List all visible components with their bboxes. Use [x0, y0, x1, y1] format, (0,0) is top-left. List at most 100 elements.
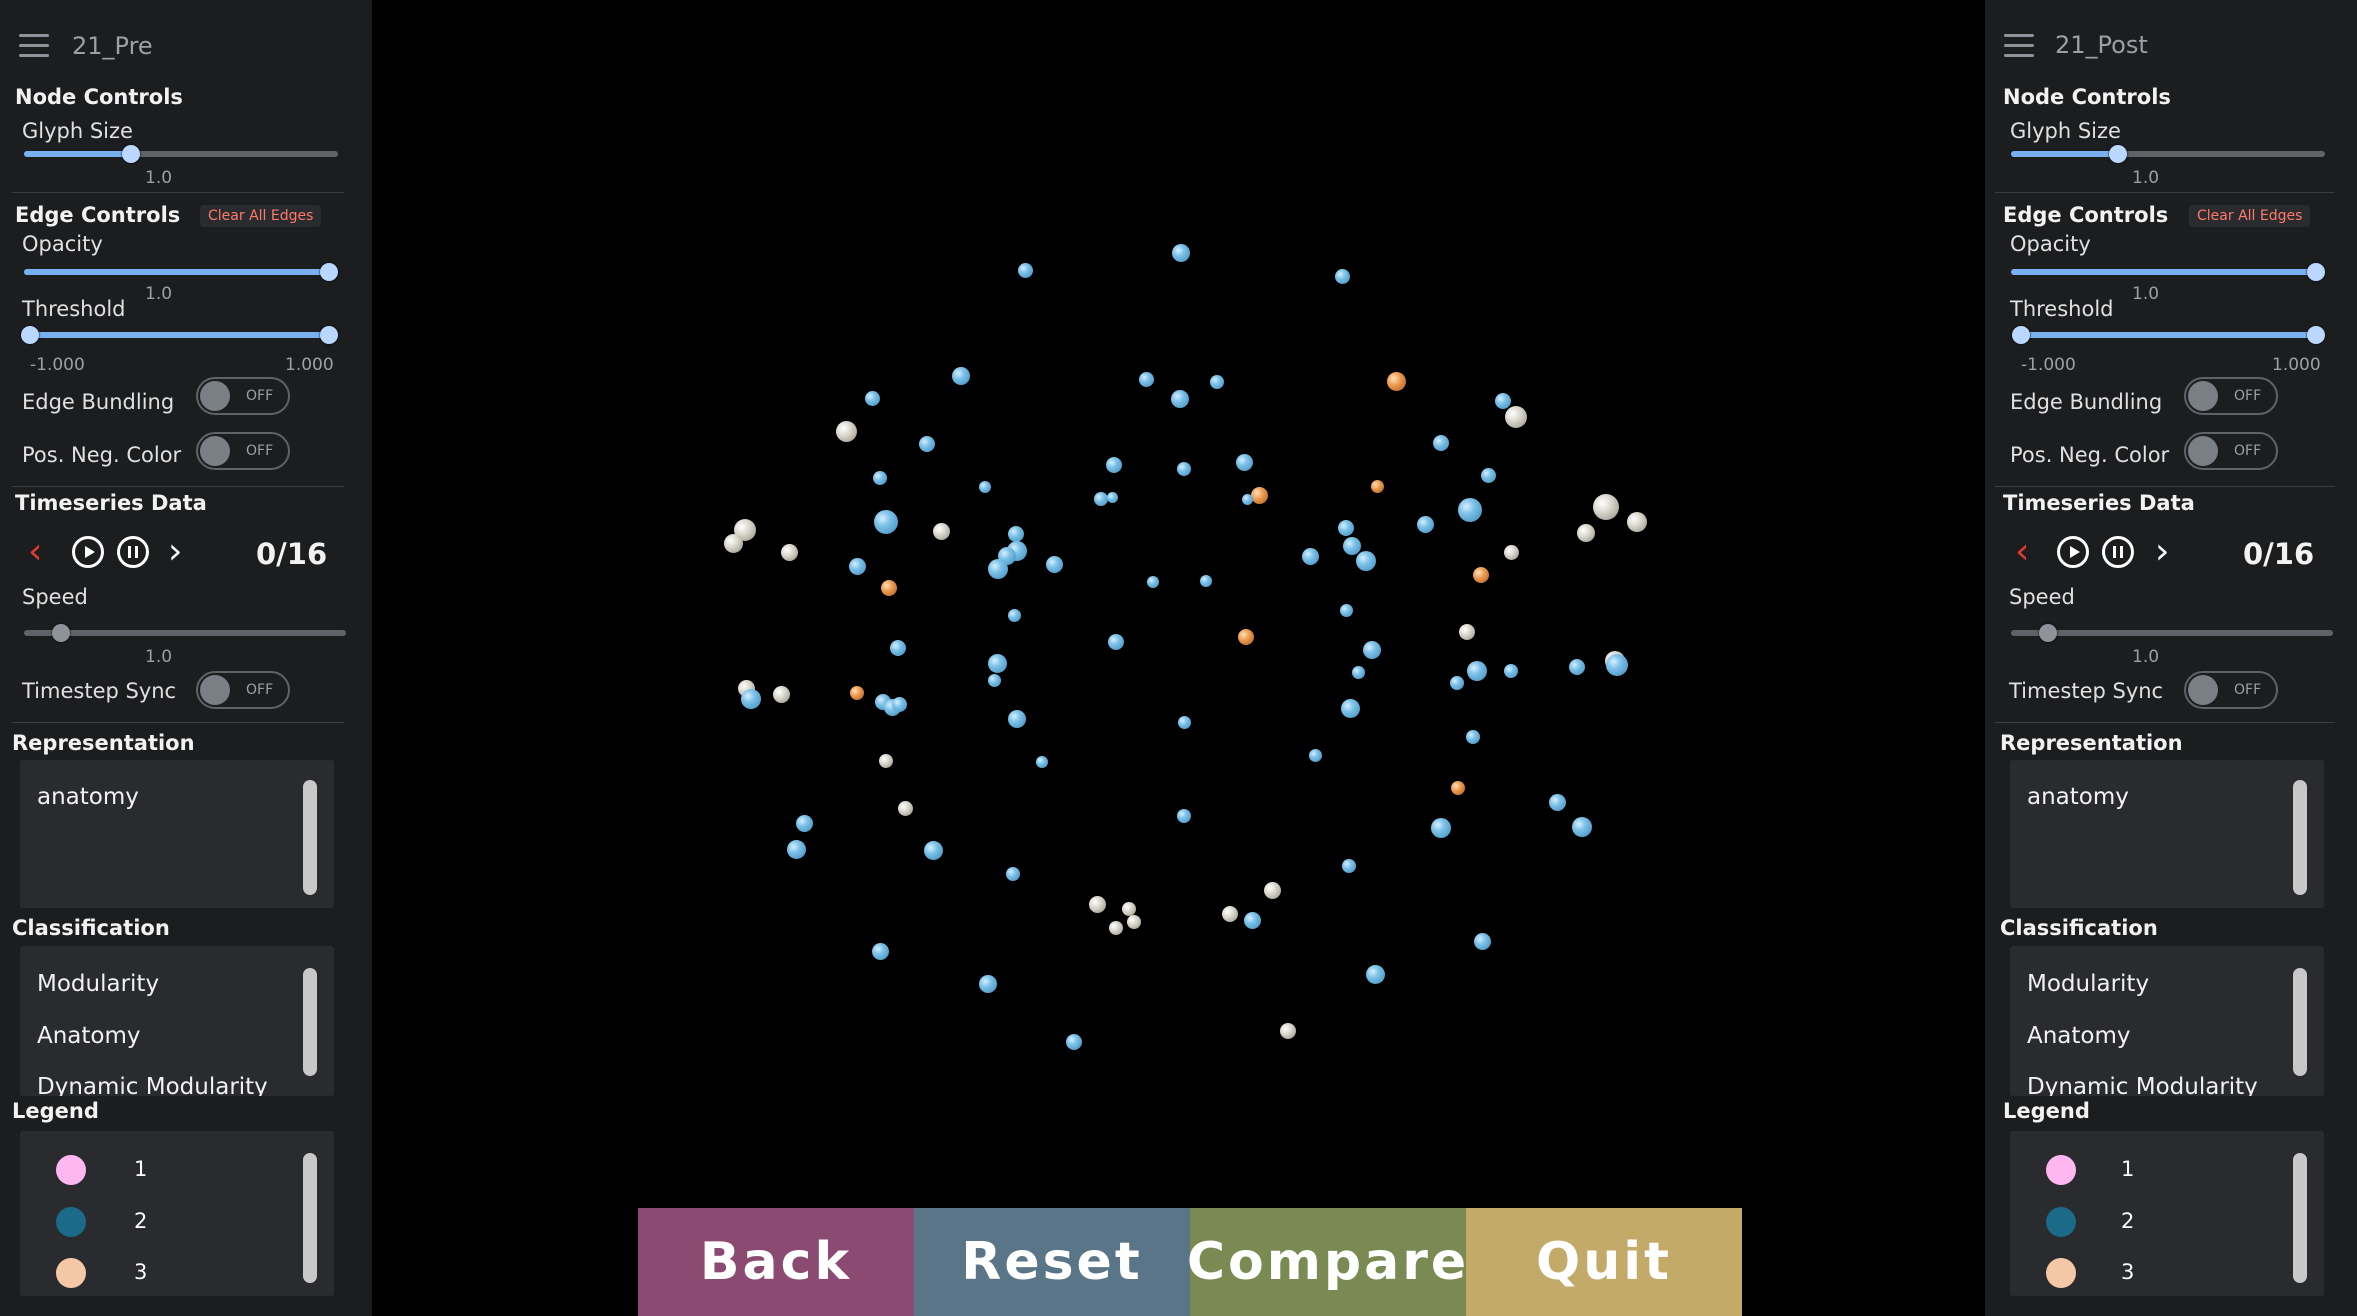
node-sphere-blue[interactable]: [1338, 520, 1354, 536]
timestep-sync-toggle[interactable]: OFF: [2184, 671, 2278, 709]
node-sphere-blue[interactable]: [923, 840, 943, 860]
node-sphere-gray[interactable]: [1280, 1023, 1296, 1039]
node-sphere-orange[interactable]: [850, 686, 864, 700]
node-sphere-blue[interactable]: [1106, 491, 1118, 503]
scrollbar[interactable]: [303, 780, 317, 895]
timestep-sync-toggle[interactable]: OFF: [196, 671, 290, 709]
node-sphere-blue[interactable]: [1363, 641, 1381, 659]
node-sphere-blue[interactable]: [1147, 576, 1159, 588]
node-sphere-blue[interactable]: [1243, 911, 1261, 929]
node-sphere-blue[interactable]: [1466, 730, 1480, 744]
node-sphere-blue[interactable]: [1433, 435, 1449, 451]
node-sphere-blue[interactable]: [1045, 555, 1063, 573]
node-sphere-blue[interactable]: [1308, 748, 1322, 762]
threshold-slider[interactable]: [2012, 326, 2325, 344]
node-sphere-gray[interactable]: [897, 800, 913, 816]
node-sphere-blue[interactable]: [1106, 457, 1122, 473]
node-sphere-blue[interactable]: [874, 510, 898, 534]
node-sphere-blue[interactable]: [1171, 390, 1189, 408]
node-sphere-orange[interactable]: [1250, 486, 1268, 504]
node-sphere-blue[interactable]: [1017, 262, 1033, 278]
node-sphere-blue[interactable]: [890, 640, 906, 656]
node-sphere-blue[interactable]: [1138, 371, 1154, 387]
classification-list[interactable]: Modularity Anatomy Dynamic Modularity: [20, 946, 334, 1096]
node-sphere-blue[interactable]: [1340, 698, 1360, 718]
node-sphere-blue[interactable]: [1241, 493, 1253, 505]
node-sphere-blue[interactable]: [891, 696, 907, 712]
menu-icon[interactable]: [19, 34, 49, 58]
scrollbar[interactable]: [2293, 968, 2307, 1076]
menu-icon[interactable]: [2004, 34, 2034, 58]
classification-item[interactable]: Anatomy: [2027, 1023, 2131, 1049]
node-sphere-orange[interactable]: [1451, 781, 1465, 795]
node-sphere-blue[interactable]: [1177, 462, 1191, 476]
node-sphere-blue[interactable]: [1177, 715, 1191, 729]
representation-item-anatomy[interactable]: anatomy: [37, 784, 139, 810]
node-sphere-blue[interactable]: [1006, 867, 1020, 881]
node-sphere-blue[interactable]: [1007, 608, 1021, 622]
pause-icon[interactable]: [117, 536, 149, 568]
opacity-slider[interactable]: [24, 263, 338, 281]
representation-list[interactable]: anatomy: [2010, 760, 2324, 908]
node-sphere-blue[interactable]: [987, 673, 1001, 687]
node-sphere-blue[interactable]: [1548, 793, 1566, 811]
node-sphere-blue[interactable]: [1450, 676, 1464, 690]
node-sphere-gray[interactable]: [1122, 902, 1136, 916]
node-sphere-blue[interactable]: [871, 942, 889, 960]
node-sphere-blue[interactable]: [1416, 515, 1434, 533]
quit-button[interactable]: Quit: [1466, 1208, 1742, 1316]
representation-item-anatomy[interactable]: anatomy: [2027, 784, 2129, 810]
classification-list[interactable]: Modularity Anatomy Dynamic Modularity: [2010, 946, 2324, 1096]
node-sphere-blue[interactable]: [1235, 453, 1253, 471]
node-sphere-blue[interactable]: [864, 390, 880, 406]
opacity-slider[interactable]: [2011, 263, 2325, 281]
node-sphere-gray[interactable]: [1222, 906, 1238, 922]
play-icon[interactable]: [72, 536, 104, 568]
node-sphere-blue[interactable]: [1036, 756, 1048, 768]
node-sphere-gray[interactable]: [1263, 881, 1281, 899]
node-sphere-blue[interactable]: [795, 814, 813, 832]
node-sphere-blue[interactable]: [1606, 654, 1628, 676]
node-sphere-blue[interactable]: [741, 689, 761, 709]
glyph-size-slider[interactable]: [2011, 145, 2325, 163]
node-sphere-blue[interactable]: [979, 975, 997, 993]
play-icon[interactable]: [2057, 536, 2089, 568]
previous-step-icon[interactable]: ‹: [28, 534, 42, 570]
node-sphere-gray[interactable]: [932, 522, 950, 540]
node-sphere-orange[interactable]: [1238, 629, 1254, 645]
node-sphere-blue[interactable]: [1334, 268, 1350, 284]
node-sphere-gray[interactable]: [1505, 406, 1527, 428]
node-sphere-gray[interactable]: [1127, 915, 1141, 929]
node-sphere-blue[interactable]: [1458, 498, 1482, 522]
node-sphere-blue[interactable]: [1342, 859, 1356, 873]
node-sphere-blue[interactable]: [1356, 551, 1376, 571]
node-sphere-blue[interactable]: [1301, 547, 1319, 565]
back-button[interactable]: Back: [638, 1208, 914, 1316]
node-sphere-gray[interactable]: [772, 685, 790, 703]
pause-icon[interactable]: [2102, 536, 2134, 568]
node-sphere-blue[interactable]: [786, 839, 806, 859]
node-sphere-gray[interactable]: [835, 420, 857, 442]
node-sphere-blue[interactable]: [1351, 665, 1365, 679]
threshold-slider[interactable]: [21, 326, 338, 344]
compare-button[interactable]: Compare: [1187, 1208, 1466, 1316]
node-sphere-blue[interactable]: [1094, 492, 1108, 506]
node-sphere-blue[interactable]: [873, 471, 887, 485]
node-sphere-blue[interactable]: [1365, 964, 1385, 984]
glyph-size-slider[interactable]: [24, 145, 338, 163]
node-sphere-blue[interactable]: [1008, 526, 1024, 542]
node-sphere-blue[interactable]: [952, 367, 970, 385]
classification-item-selected[interactable]: Dynamic Modularity: [37, 1074, 268, 1096]
node-sphere-blue[interactable]: [1066, 1034, 1082, 1050]
pos-neg-color-toggle[interactable]: OFF: [2184, 432, 2278, 470]
scrollbar[interactable]: [2293, 1153, 2307, 1283]
node-sphere-blue[interactable]: [1108, 634, 1124, 650]
node-sphere-orange[interactable]: [1370, 479, 1384, 493]
node-sphere-orange[interactable]: [1473, 567, 1489, 583]
scrollbar[interactable]: [303, 1153, 317, 1283]
node-sphere-gray[interactable]: [1109, 921, 1123, 935]
node-sphere-blue[interactable]: [1339, 603, 1353, 617]
node-sphere-blue[interactable]: [1569, 659, 1585, 675]
node-sphere-blue[interactable]: [1467, 661, 1487, 681]
node-sphere-gray[interactable]: [1459, 624, 1475, 640]
